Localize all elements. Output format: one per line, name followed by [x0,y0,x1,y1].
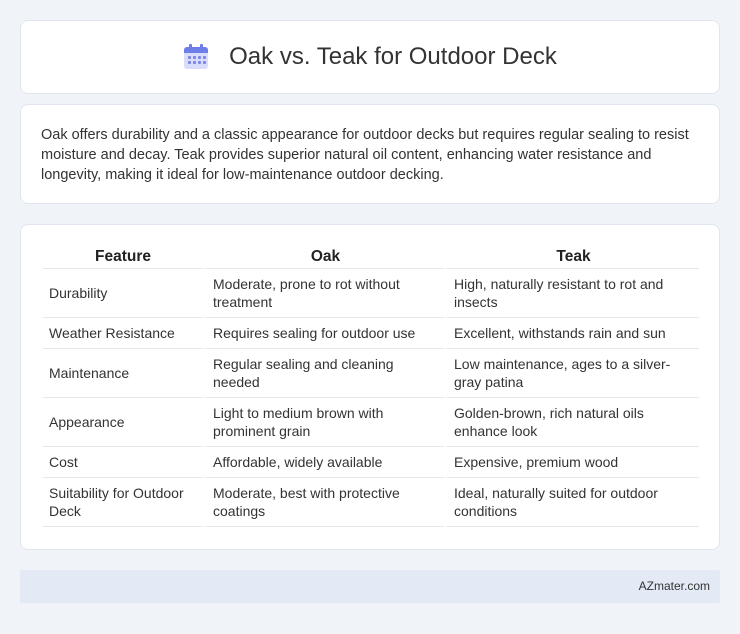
oak-cell: Moderate, prone to rot without treatment [203,269,444,318]
teak-cell: High, naturally resistant to rot and ins… [444,269,699,318]
oak-cell: Light to medium brown with prominent gra… [203,398,444,447]
header-teak: Teak [444,243,699,269]
table-row: Durability Moderate, prone to rot withou… [43,269,699,318]
page-title: Oak vs. Teak for Outdoor Deck [229,43,557,70]
footer-bar: AZmater.com [20,570,720,603]
summary-text: Oak offers durability and a classic appe… [41,127,689,183]
table-row: Suitability for Outdoor Deck Moderate, b… [43,478,699,527]
teak-cell: Expensive, premium wood [444,447,699,478]
teak-cell: Low maintenance, ages to a silver-gray p… [444,349,699,398]
table-row: Cost Affordable, widely available Expens… [43,447,699,478]
oak-cell: Moderate, best with protective coatings [203,478,444,527]
oak-cell: Regular sealing and cleaning needed [203,349,444,398]
summary-card: Oak offers durability and a classic appe… [20,104,720,204]
teak-cell: Ideal, naturally suited for outdoor cond… [444,478,699,527]
oak-cell: Requires sealing for outdoor use [203,318,444,349]
table-header-row: Feature Oak Teak [43,243,699,269]
feature-cell: Weather Resistance [43,318,203,349]
feature-cell: Cost [43,447,203,478]
teak-cell: Excellent, withstands rain and sun [444,318,699,349]
title-card: Oak vs. Teak for Outdoor Deck [20,20,720,94]
header-feature: Feature [43,243,203,269]
feature-cell: Suitability for Outdoor Deck [43,478,203,527]
feature-cell: Durability [43,269,203,318]
teak-cell: Golden-brown, rich natural oils enhance … [444,398,699,447]
table-row: Weather Resistance Requires sealing for … [43,318,699,349]
table-row: Maintenance Regular sealing and cleaning… [43,349,699,398]
table-row: Appearance Light to medium brown with pr… [43,398,699,447]
feature-cell: Maintenance [43,349,203,398]
footer-brand: AZmater.com [638,579,710,593]
comparison-table-card: Feature Oak Teak Durability Moderate, pr… [20,224,720,550]
oak-cell: Affordable, widely available [203,447,444,478]
comparison-table: Feature Oak Teak Durability Moderate, pr… [43,243,699,527]
calendar-icon [183,44,209,70]
header-oak: Oak [203,243,444,269]
feature-cell: Appearance [43,398,203,447]
